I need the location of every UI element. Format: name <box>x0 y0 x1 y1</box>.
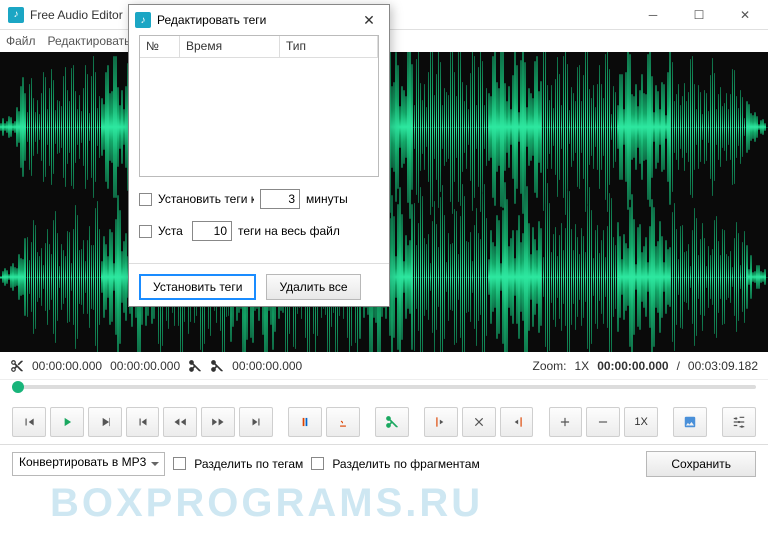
time-start: 00:00:00.000 <box>32 359 102 373</box>
time-position: 00:00:00.000 <box>597 359 668 373</box>
time-sep: / <box>677 359 680 373</box>
time-duration: 00:03:09.182 <box>688 359 758 373</box>
set-every-label: Установить теги к <box>158 192 254 206</box>
set-count-checkbox[interactable] <box>139 225 152 238</box>
rewind-button[interactable] <box>163 407 197 437</box>
watermark: BOXPROGRAMS.RU <box>50 481 483 526</box>
menu-edit[interactable]: Редактировать <box>48 34 131 48</box>
progress-bar[interactable] <box>0 380 768 400</box>
tags-grid[interactable]: № Время Тип <box>139 35 379 177</box>
dialog-title: Редактировать теги <box>157 13 266 27</box>
trim-right-button[interactable] <box>500 407 534 437</box>
col-time[interactable]: Время <box>180 36 280 57</box>
save-button[interactable]: Сохранить <box>646 451 756 477</box>
maximize-button[interactable]: ☐ <box>676 0 722 30</box>
app-title: Free Audio Editor <box>30 8 123 22</box>
minimize-button[interactable]: ─ <box>630 0 676 30</box>
set-count-label: Уста <box>158 224 186 238</box>
minutes-input[interactable] <box>260 189 300 209</box>
minutes-unit: минуты <box>306 192 348 206</box>
time-sel: 00:00:00.000 <box>110 359 180 373</box>
bottom-bar: Конвертировать в MP3 Разделить по тегам … <box>0 444 768 482</box>
zoom-level-button[interactable]: 1X <box>624 407 658 437</box>
split-fragments-checkbox[interactable] <box>311 457 324 470</box>
delete-all-button[interactable]: Удалить все <box>266 274 360 300</box>
scissors-icon <box>10 359 24 373</box>
zoom-out-button[interactable] <box>586 407 620 437</box>
skip-end-button[interactable] <box>239 407 273 437</box>
menu-file[interactable]: Файл <box>6 34 36 48</box>
trim-left-button[interactable] <box>424 407 458 437</box>
pause-marker-button[interactable] <box>288 407 322 437</box>
cut-button[interactable] <box>375 407 409 437</box>
window-controls: ─ ☐ ✕ <box>630 0 768 30</box>
time-info-bar: 00:00:00.000 00:00:00.000 00:00:00.000 Z… <box>0 352 768 380</box>
edit-tags-dialog: ♪ Редактировать теги ✕ № Время Тип Устан… <box>128 4 390 307</box>
delete-all-button-label: Удалить все <box>279 280 347 294</box>
picture-button[interactable] <box>673 407 707 437</box>
marker-down-button[interactable] <box>326 407 360 437</box>
zoom-value: 1X <box>575 359 590 373</box>
set-tags-button-label: Установить теги <box>153 280 242 294</box>
count-input[interactable] <box>192 221 232 241</box>
zoom-label: Zoom: <box>532 359 566 373</box>
dialog-close-button[interactable]: ✕ <box>355 12 383 29</box>
format-select-label: Конвертировать в MP3 <box>19 455 146 469</box>
settings-button[interactable] <box>722 407 756 437</box>
play-button[interactable] <box>50 407 84 437</box>
app-icon: ♪ <box>135 12 151 28</box>
col-type[interactable]: Тип <box>280 36 378 57</box>
split-fragments-label: Разделить по фрагментам <box>332 457 479 471</box>
app-icon: ♪ <box>8 7 24 23</box>
zoom-in-button[interactable] <box>549 407 583 437</box>
scissors-icon <box>188 359 202 373</box>
transport-toolbar: 1X <box>0 400 768 444</box>
set-tags-button[interactable]: Установить теги <box>139 274 256 300</box>
split-tags-label: Разделить по тегам <box>194 457 303 471</box>
skip-start-button[interactable] <box>126 407 160 437</box>
forward-button[interactable] <box>201 407 235 437</box>
progress-handle[interactable] <box>12 381 24 393</box>
prev-button[interactable] <box>12 407 46 437</box>
close-button[interactable]: ✕ <box>722 0 768 30</box>
dialog-title-bar[interactable]: ♪ Редактировать теги ✕ <box>129 5 389 35</box>
delete-button[interactable] <box>462 407 496 437</box>
format-select[interactable]: Конвертировать в MP3 <box>12 452 165 476</box>
col-number[interactable]: № <box>140 36 180 57</box>
split-tags-checkbox[interactable] <box>173 457 186 470</box>
play-end-button[interactable] <box>88 407 122 437</box>
time-end: 00:00:00.000 <box>232 359 302 373</box>
scissors-icon <box>210 359 224 373</box>
count-rest-label: теги на весь файл <box>238 224 340 238</box>
set-every-checkbox[interactable] <box>139 193 152 206</box>
save-button-label: Сохранить <box>671 457 731 471</box>
